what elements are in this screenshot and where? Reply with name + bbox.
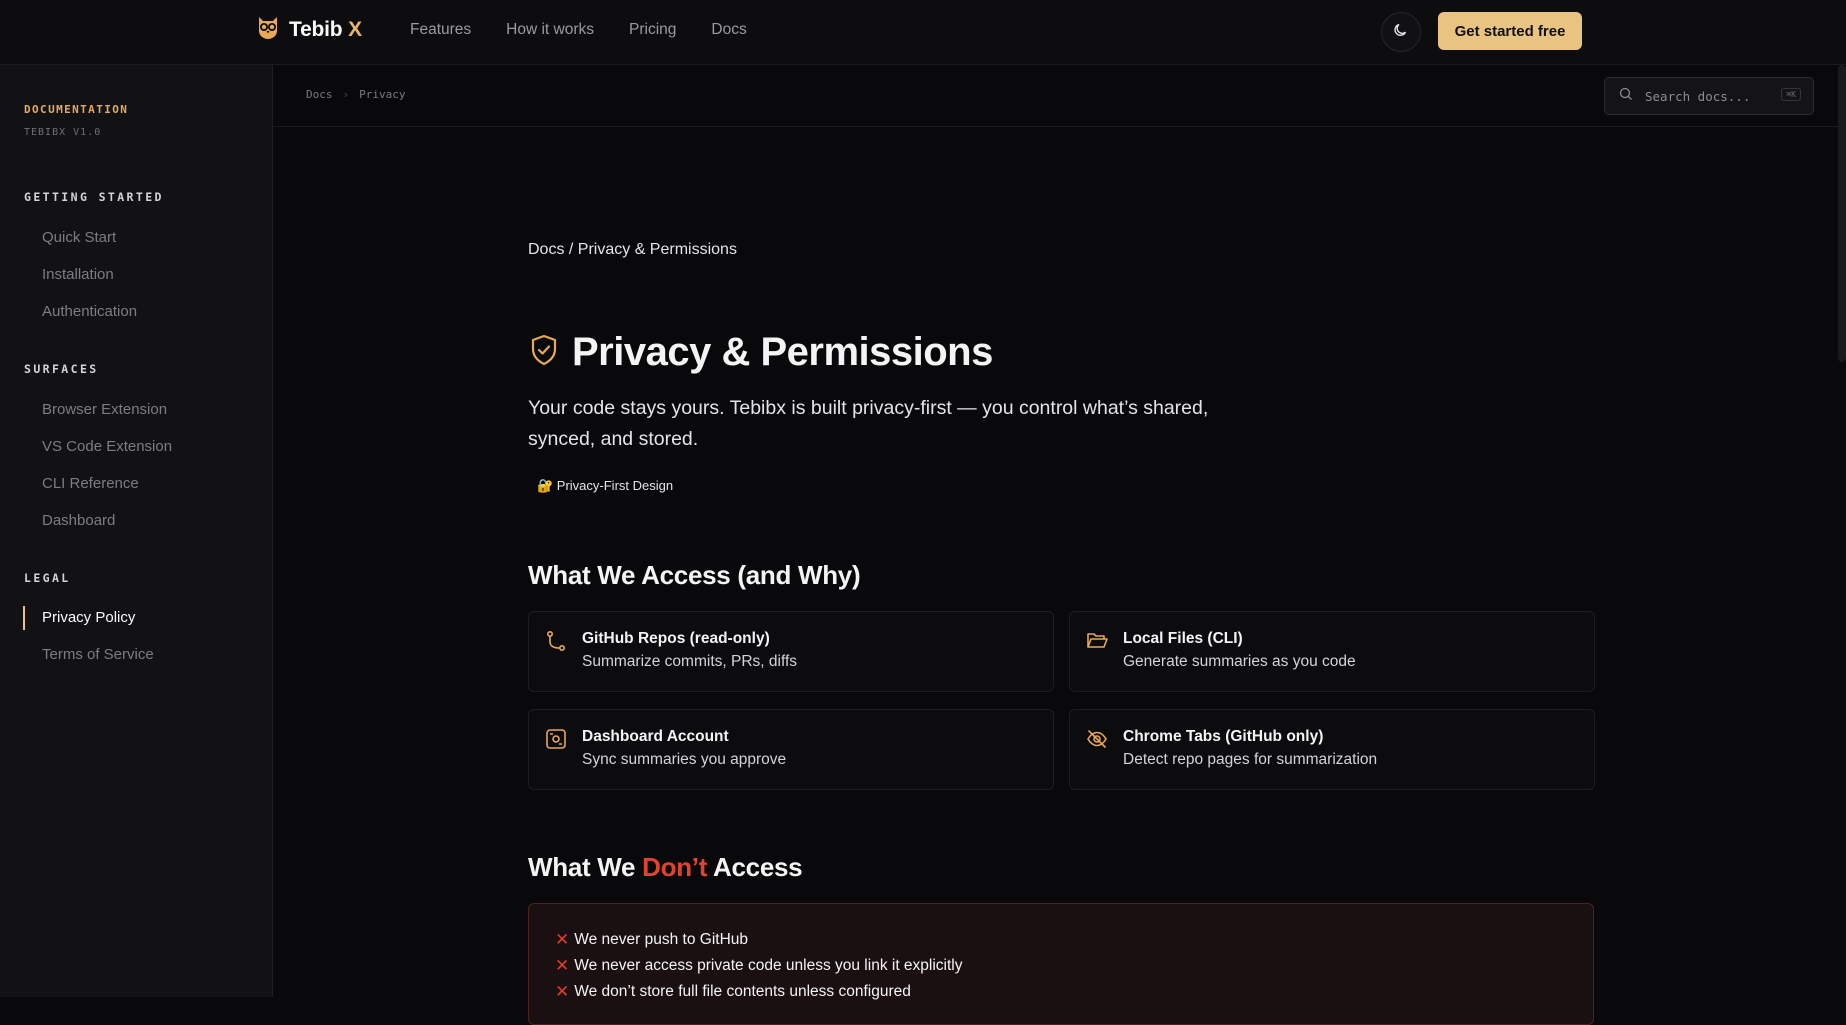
- deny-heading-emphasis: Don’t: [642, 852, 708, 882]
- sidebar-item-browser-extension[interactable]: Browser Extension: [42, 401, 167, 418]
- header-breadcrumb: Docs › Privacy: [306, 88, 405, 101]
- access-card-title: Local Files (CLI): [1123, 630, 1243, 647]
- page-title-row: Privacy & Permissions: [528, 330, 993, 375]
- deny-list-box: ✕ We never push to GitHub ✕ We never acces…: [528, 903, 1594, 1025]
- sidebar-item-cli-reference[interactable]: CLI Reference: [42, 475, 139, 492]
- sidebar-item-dashboard[interactable]: Dashboard: [42, 512, 115, 529]
- access-card-desc: Generate summaries as you code: [1123, 653, 1356, 670]
- page-title: Privacy & Permissions: [572, 330, 993, 374]
- theme-toggle-button[interactable]: [1381, 12, 1421, 52]
- cross-icon: ✕: [555, 956, 570, 975]
- folder-open-icon: [1086, 630, 1108, 657]
- privacy-badge: 🔐 Privacy-First Design: [537, 478, 674, 493]
- brand-logo-link[interactable]: Tebib X: [255, 14, 362, 45]
- search-input[interactable]: Search docs... ⌘K: [1604, 77, 1814, 115]
- sidebar-item-privacy-policy[interactable]: Privacy Policy: [42, 609, 135, 626]
- eye-off-icon: [1086, 728, 1108, 755]
- access-card-desc: Sync summaries you approve: [582, 751, 787, 768]
- sidebar-version: TEBIBX V1.0: [24, 127, 102, 138]
- docs-sidebar: DOCUMENTATION TEBIBX V1.0 GETTING STARTE…: [0, 65, 273, 997]
- search-icon: [1619, 87, 1633, 106]
- primary-nav: Features How it works Pricing Docs: [410, 21, 747, 39]
- access-card-desc: Detect repo pages for summarization: [1123, 751, 1378, 768]
- list-item: ✕ We don’t store full file contents unles…: [555, 982, 911, 1001]
- sidebar-section-surfaces: SURFACES: [24, 362, 99, 376]
- top-navbar: Tebib X Features How it works Pricing Do…: [0, 0, 1846, 65]
- access-card-desc: Summarize commits, PRs, diffs: [582, 653, 798, 670]
- brand-suffix: X: [348, 17, 362, 41]
- owl-icon: [255, 14, 281, 45]
- dashboard-icon: [545, 728, 567, 755]
- deny-heading: What We Don’t Access: [528, 852, 803, 882]
- scrollbar[interactable]: [1838, 65, 1846, 362]
- search-shortcut-badge: ⌘K: [1781, 88, 1801, 101]
- access-card-local-files: Local Files (CLI) Generate summaries as …: [1069, 611, 1595, 692]
- get-started-button[interactable]: Get started free: [1438, 12, 1582, 50]
- access-heading: What We Access (and Why): [528, 560, 861, 590]
- sidebar-active-indicator: [23, 606, 25, 630]
- sidebar-item-vscode-extension[interactable]: VS Code Extension: [42, 438, 172, 455]
- search-placeholder: Search docs...: [1645, 88, 1751, 104]
- nav-link-features[interactable]: Features: [410, 21, 471, 39]
- cross-icon: ✕: [555, 930, 570, 949]
- sidebar-title: DOCUMENTATION: [24, 103, 129, 116]
- sidebar-section-legal: LEGAL: [24, 571, 71, 585]
- access-card-chrome-tabs: Chrome Tabs (GitHub only) Detect repo pa…: [1069, 709, 1595, 790]
- page-breadcrumb: Docs / Privacy & Permissions: [528, 241, 737, 258]
- access-card-dashboard: Dashboard Account Sync summaries you app…: [528, 709, 1054, 790]
- moon-icon: [1393, 22, 1409, 43]
- list-item: ✕ We never access private code unless you…: [555, 956, 963, 975]
- access-card-github: GitHub Repos (read-only) Summarize commi…: [528, 611, 1054, 692]
- page-lead: Your code stays yours. Tebibx is built p…: [528, 397, 1209, 450]
- access-card-title: Dashboard Account: [582, 728, 729, 745]
- sidebar-item-installation[interactable]: Installation: [42, 266, 114, 283]
- shield-check-icon: [528, 333, 560, 372]
- sidebar-item-quick-start[interactable]: Quick Start: [42, 229, 116, 246]
- sidebar-item-authentication[interactable]: Authentication: [42, 303, 137, 320]
- breadcrumb-separator: ›: [342, 88, 350, 101]
- docs-header-bar: Docs › Privacy Search docs... ⌘K: [273, 65, 1846, 127]
- cross-icon: ✕: [555, 982, 570, 1001]
- header-crumb-docs[interactable]: Docs: [306, 88, 333, 101]
- brand-name: Tebib X: [289, 17, 362, 41]
- nav-link-how-it-works[interactable]: How it works: [506, 21, 594, 39]
- git-branch-icon: [545, 630, 567, 657]
- header-crumb-privacy: Privacy: [359, 88, 406, 101]
- sidebar-section-getting-started: GETTING STARTED: [24, 190, 164, 204]
- list-item: ✕ We never push to GitHub: [555, 930, 748, 949]
- access-card-title: Chrome Tabs (GitHub only): [1123, 728, 1324, 745]
- nav-link-docs[interactable]: Docs: [711, 21, 746, 39]
- access-card-title: GitHub Repos (read-only): [582, 630, 770, 647]
- nav-link-pricing[interactable]: Pricing: [629, 21, 676, 39]
- sidebar-item-terms-of-service[interactable]: Terms of Service: [42, 646, 154, 663]
